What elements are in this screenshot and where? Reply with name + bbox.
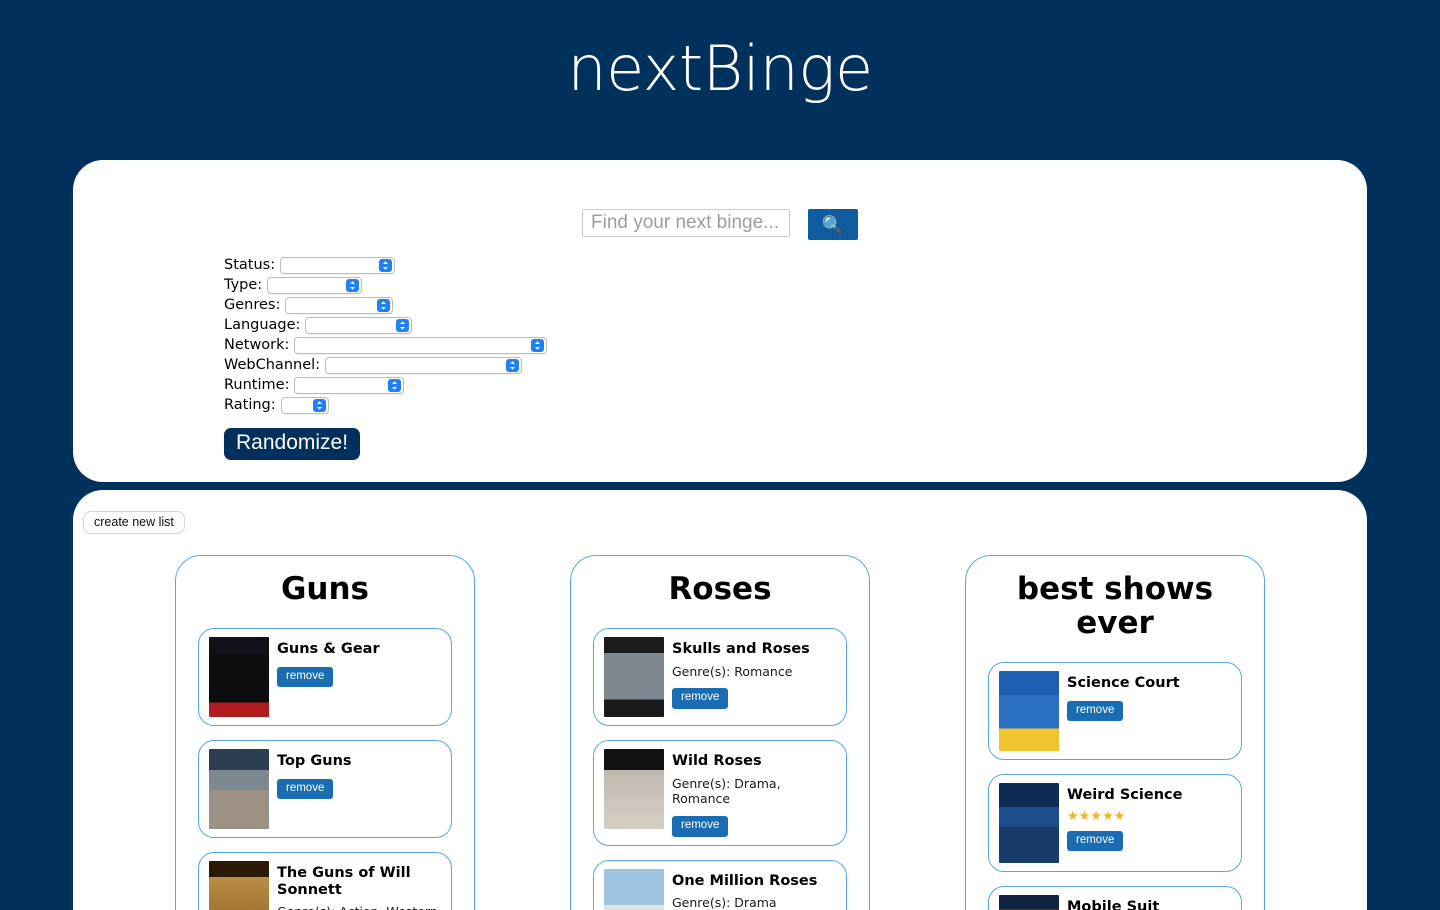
show-info: Weird Science ★★★★★ remove [1067,783,1231,852]
remove-show-button[interactable]: remove [277,778,334,800]
show-title: Mobile Suit Gundam SEED [1067,899,1160,910]
search-input[interactable] [582,209,790,237]
show-card[interactable]: Mobile Suit Gundam SEED Genre(s): Anime,… [988,886,1242,910]
filter-label-status: Status: [224,257,276,273]
show-poster [999,783,1059,864]
show-title: Weird Science [1067,787,1183,804]
remove-show-button[interactable]: remove [1067,830,1124,852]
show-title: The Guns of Will Sonnett [277,865,411,898]
search-row: 🔍 [73,209,1367,240]
filter-row-network: Network: [224,335,548,355]
filter-row-status: Status: [224,255,547,275]
show-title: Guns & Gear [277,641,380,658]
filter-label-genres: Genres: [224,297,281,313]
filter-row-webchannel: WebChannel: [224,355,547,375]
site-header: nextBinge [0,0,1440,100]
chevron-updown-icon [388,379,402,392]
filter-row-type: Type: [224,275,547,295]
remove-show-button[interactable]: remove [1067,700,1124,722]
show-genre: Genre(s): Action, Western [277,904,441,910]
filter-row-genres: Genres: [224,295,547,315]
list-title: Guns [280,571,370,607]
show-info: Top Guns remove [277,749,441,800]
show-info: The Guns of Will Sonnett Genre(s): Actio… [277,861,441,910]
show-card[interactable]: One Million Roses Genre(s): Drama remove [593,859,847,910]
show-info: Guns & Gear remove [277,637,441,688]
search-button[interactable]: 🔍 [808,209,858,240]
list-title: Roses [668,571,772,607]
network-select[interactable] [294,336,548,354]
filter-label-type: Type: [224,277,263,293]
filter-form: Status: Type: Genres: Language: Network:… [224,255,548,415]
runtime-select[interactable] [294,376,405,394]
filter-row-language: Language: [224,315,547,335]
filter-label-webchannel: WebChannel: [224,357,321,373]
show-poster [999,895,1059,910]
genres-select[interactable] [285,296,394,314]
list-card-best-shows-ever: best shows ever Science Court remove Wei… [965,555,1265,910]
type-select[interactable] [267,276,363,294]
show-card[interactable]: Science Court remove [988,662,1242,761]
show-card[interactable]: Weird Science ★★★★★ remove [988,774,1242,873]
show-info: Science Court remove [1067,671,1231,722]
show-card[interactable]: Guns & Gear remove [198,628,452,727]
show-card[interactable]: Skulls and Roses Genre(s): Romance remov… [593,628,847,727]
chevron-updown-icon [379,259,393,272]
show-title: Top Guns [277,753,352,770]
webchannel-select[interactable] [325,356,523,374]
lists-container: Guns Guns & Gear remove Top Guns remove [73,555,1367,910]
chevron-updown-icon [531,339,545,352]
filter-label-rating: Rating: [224,397,276,413]
filter-row-runtime: Runtime: [224,375,547,395]
show-poster [604,868,664,910]
show-poster [604,637,664,718]
show-title: One Million Roses [672,872,818,889]
show-info: Wild Roses Genre(s): Drama, Romance remo… [672,749,836,837]
filter-label-language: Language: [224,317,301,333]
star-rating: ★★★★★ [1067,808,1126,824]
show-genre: Genre(s): Drama [672,895,777,910]
show-poster [209,637,269,718]
list-title: best shows ever [1016,571,1214,642]
show-title: Science Court [1067,675,1180,692]
randomize-button[interactable]: Randomize! [224,428,361,461]
chevron-updown-icon [312,399,326,412]
remove-show-button[interactable]: remove [672,816,729,837]
lists-panel: create new list Guns Guns & Gear remove … [73,490,1367,910]
show-card[interactable]: The Guns of Will Sonnett Genre(s): Actio… [198,852,452,910]
search-icon: 🔍 [821,214,845,235]
chevron-updown-icon [346,279,360,292]
show-genre: Genre(s): Romance [672,663,793,679]
filter-label-network: Network: [224,337,290,353]
show-genre: Genre(s): Drama, Romance [672,775,781,807]
show-poster [209,861,269,910]
show-title: Skulls and Roses [672,641,810,658]
show-card[interactable]: Wild Roses Genre(s): Drama, Romance remo… [593,740,847,846]
remove-show-button[interactable]: remove [277,666,334,688]
list-card-guns: Guns Guns & Gear remove Top Guns remove [175,555,475,910]
show-poster [209,749,269,830]
show-poster [604,749,664,830]
rating-select[interactable] [280,396,329,414]
show-info: One Million Roses Genre(s): Drama remove [672,869,836,910]
create-new-list-button[interactable]: create new list [83,511,185,534]
show-info: Mobile Suit Gundam SEED Genre(s): Anime,… [1067,895,1231,910]
show-card[interactable]: Top Guns remove [198,740,452,839]
chevron-updown-icon [506,359,520,372]
chevron-updown-icon [396,319,410,332]
filter-label-runtime: Runtime: [224,377,290,393]
search-filter-panel: 🔍 Status: Type: Genres: [73,160,1367,482]
site-title: nextBinge [567,32,873,105]
show-info: Skulls and Roses Genre(s): Romance remov… [672,637,836,709]
status-select[interactable] [280,256,396,274]
filter-row-rating: Rating: [224,395,547,415]
show-poster [999,671,1059,752]
language-select[interactable] [305,316,413,334]
show-title: Wild Roses [672,753,762,770]
list-card-roses: Roses Skulls and Roses Genre(s): Romance… [570,555,870,910]
chevron-updown-icon [377,299,391,312]
remove-show-button[interactable]: remove [672,688,729,709]
